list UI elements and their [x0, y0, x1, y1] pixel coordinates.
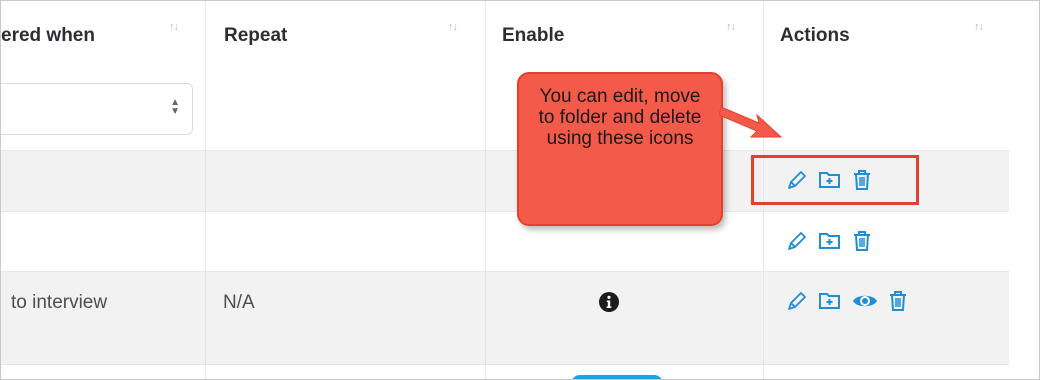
cell-enable: [486, 272, 764, 364]
sort-icon[interactable]: ↑↓: [974, 21, 984, 33]
cell-triggered-when: [1, 151, 206, 211]
cell-triggered-when: [1, 212, 206, 271]
cell-triggered-when: ▲ ▼: [1, 67, 206, 150]
table-row: [1, 212, 1009, 272]
table-row: ▲ ▼: [1, 67, 1009, 151]
cell-actions: [764, 67, 1009, 150]
highlight-box: [751, 155, 919, 205]
pencil-icon[interactable]: [786, 230, 808, 252]
table-header: ered when ↑↓ Repeat ↑↓ Enable ↑↓ Actions…: [1, 1, 1009, 68]
callout-arrow-icon: [719, 106, 783, 138]
cell-repeat: N/A: [206, 272, 486, 364]
info-icon[interactable]: [598, 291, 620, 318]
cell-triggered-when: to interview: [1, 272, 206, 364]
header-enable[interactable]: Enable ↑↓: [486, 1, 764, 67]
table-frame: ered when ↑↓ Repeat ↑↓ Enable ↑↓ Actions…: [0, 0, 1040, 380]
trash-icon[interactable]: [852, 230, 872, 252]
header-triggered-when[interactable]: ered when ↑↓: [1, 1, 206, 67]
cell-repeat: [206, 212, 486, 271]
cell-triggered-when: [1, 365, 206, 379]
header-repeat[interactable]: Repeat ↑↓: [206, 1, 486, 67]
cell-actions: [764, 365, 1009, 379]
callout-text: You can edit, move to folder and delete …: [538, 86, 702, 149]
sort-icon[interactable]: ↑↓: [169, 21, 179, 33]
annotation-callout: You can edit, move to folder and delete …: [517, 72, 723, 226]
folder-plus-icon[interactable]: [818, 230, 842, 252]
cell-actions: [764, 272, 1009, 364]
table-row: to interview N/A: [1, 272, 1009, 365]
header-label: ered when: [1, 25, 95, 46]
sort-icon[interactable]: ↑↓: [448, 21, 458, 33]
header-label: Enable: [502, 25, 565, 46]
header-label: Actions: [780, 25, 850, 46]
cell-repeat: [206, 151, 486, 211]
cell-repeat: [206, 67, 486, 150]
eye-icon[interactable]: [852, 290, 878, 312]
repeat-text: N/A: [223, 292, 255, 313]
table-row: [1, 365, 1009, 379]
trigger-text: to interview: [11, 292, 108, 313]
header-actions[interactable]: Actions ↑↓: [764, 1, 1009, 67]
pencil-icon[interactable]: [786, 290, 808, 312]
trash-icon[interactable]: [888, 290, 908, 312]
trigger-select[interactable]: ▲ ▼: [1, 83, 193, 135]
sort-icon[interactable]: ↑↓: [726, 21, 736, 33]
cell-repeat: [206, 365, 486, 379]
header-label: Repeat: [224, 25, 288, 46]
folder-plus-icon[interactable]: [818, 290, 842, 312]
select-arrows-icon: ▲ ▼: [170, 97, 180, 117]
enable-toggle[interactable]: [571, 375, 663, 379]
row-actions: [786, 230, 872, 252]
row-actions: [786, 290, 908, 312]
cell-actions: [764, 212, 1009, 271]
